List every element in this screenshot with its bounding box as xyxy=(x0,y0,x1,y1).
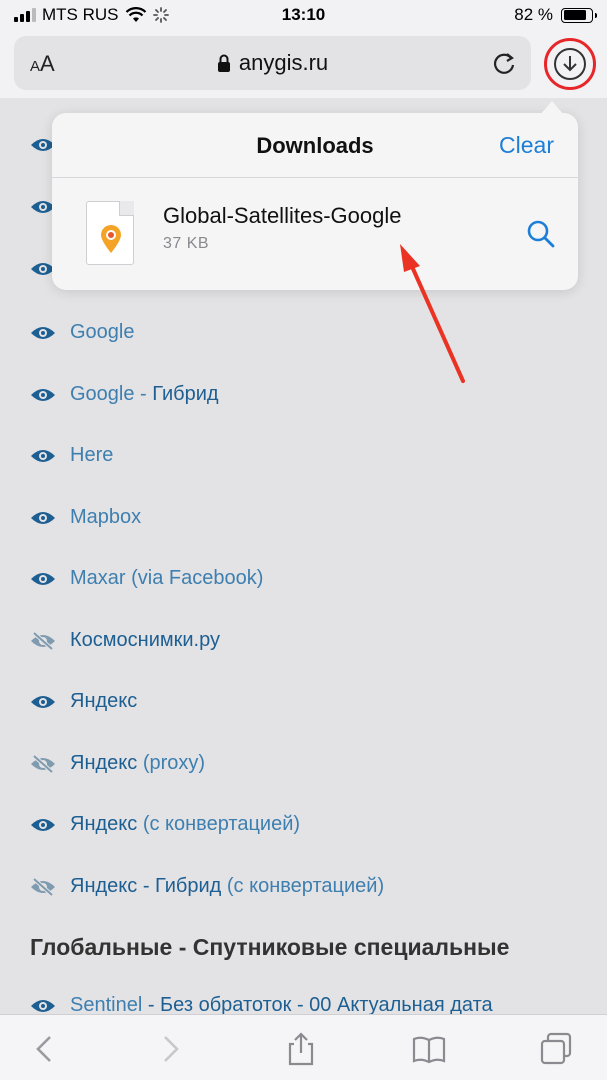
list-item[interactable]: Яндекс (proxy) xyxy=(30,752,205,775)
clear-button[interactable]: Clear xyxy=(499,132,554,159)
search-icon[interactable] xyxy=(526,219,556,249)
eye-icon xyxy=(31,388,55,401)
downloads-button[interactable] xyxy=(544,38,596,90)
browser-toolbar: AA anygis.ru xyxy=(0,32,607,98)
address-bar[interactable]: AA anygis.ru xyxy=(14,36,531,90)
list-item-label: Яндекс (с конвертацией) xyxy=(70,813,301,835)
battery-icon xyxy=(561,7,597,23)
eye-icon xyxy=(31,511,55,524)
list-item[interactable]: Google - Гибрид xyxy=(30,383,219,406)
map-pin-icon xyxy=(101,225,121,253)
eye-icon xyxy=(31,818,55,831)
eye-icon xyxy=(31,999,55,1012)
list-item[interactable]: Яндекс xyxy=(30,690,137,713)
url-display[interactable]: anygis.ru xyxy=(14,50,531,76)
list-item[interactable]: Mapbox xyxy=(30,506,141,529)
tabs-icon[interactable] xyxy=(538,1031,574,1067)
list-item[interactable]: Яндекс - Гибрид (с конвертацией) xyxy=(30,875,384,898)
eye-slash-icon xyxy=(31,754,55,773)
eye-slash-icon xyxy=(31,877,55,896)
list-item-label: Космоснимки.ру xyxy=(70,629,220,651)
list-item[interactable]: Maxar (via Facebook) xyxy=(30,567,263,590)
downloads-popover: Downloads Clear Global-Satellites-Google… xyxy=(52,101,578,290)
back-icon[interactable] xyxy=(26,1031,62,1067)
list-item[interactable]: Google xyxy=(30,321,135,344)
list-item-label: Яндекс xyxy=(70,690,138,712)
list-item[interactable]: Here xyxy=(30,444,113,467)
status-bar: MTS RUS 13:10 82 % xyxy=(0,0,607,32)
lock-icon xyxy=(217,54,230,72)
list-item[interactable]: Яндекс (с конвертацией) xyxy=(30,813,300,836)
eye-icon xyxy=(31,695,55,708)
list-item[interactable]: Космоснимки.ру xyxy=(30,629,220,652)
list-item-label: Mapbox xyxy=(70,506,142,528)
divider xyxy=(52,177,578,178)
download-arrow-icon xyxy=(554,48,586,80)
eye-slash-icon xyxy=(31,631,55,650)
list-item-label: Яндекс (proxy) xyxy=(70,752,206,774)
status-right: 82 % xyxy=(514,5,597,25)
eye-icon xyxy=(31,572,55,585)
list-item-label: Google xyxy=(70,321,135,343)
section-title: Глобальные - Спутниковые специальные xyxy=(30,934,510,960)
bottom-toolbar xyxy=(0,1014,607,1080)
eye-icon xyxy=(31,449,55,462)
eye-icon xyxy=(31,326,55,339)
bookmarks-icon[interactable] xyxy=(411,1031,447,1067)
list-item-label: Here xyxy=(70,444,114,466)
list-item-label: Google - Гибрид xyxy=(70,383,219,405)
download-file-size: 37 KB xyxy=(163,235,210,252)
reload-icon[interactable] xyxy=(489,48,519,78)
download-file-name[interactable]: Global-Satellites-Google xyxy=(163,203,401,229)
forward-icon[interactable] xyxy=(153,1031,189,1067)
share-icon[interactable] xyxy=(283,1031,319,1067)
list-item-label: Яндекс - Гибрид (с конвертацией) xyxy=(70,875,385,897)
url-text: anygis.ru xyxy=(238,50,329,75)
battery-percent: 82 % xyxy=(514,5,553,24)
file-icon xyxy=(86,201,134,265)
list-item-label: Maxar (via Facebook) xyxy=(70,567,264,589)
